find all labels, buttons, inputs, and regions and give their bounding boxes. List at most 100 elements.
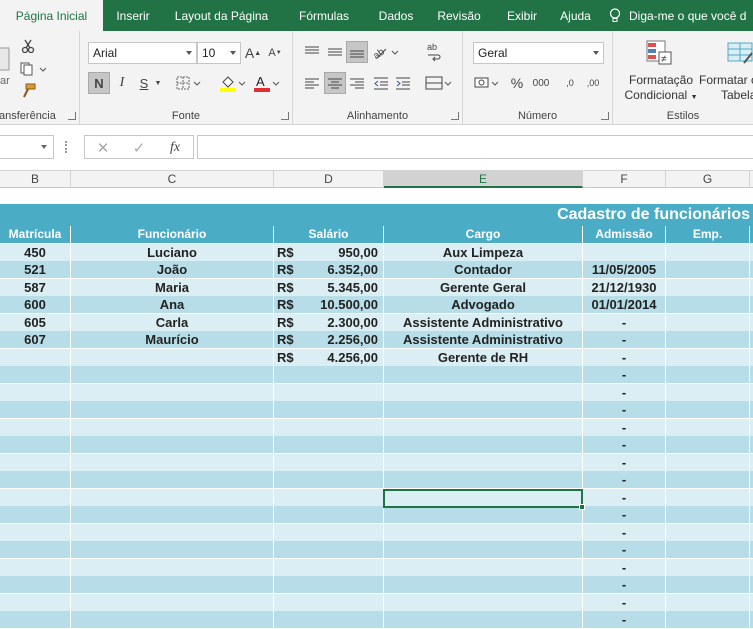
column-header-c[interactable]: C (71, 171, 274, 188)
empty-cell[interactable] (274, 558, 384, 576)
merge-center-button[interactable] (423, 72, 455, 94)
clipboard-launcher-icon[interactable] (68, 112, 76, 120)
number-launcher-icon[interactable] (601, 112, 609, 120)
empty-cell[interactable] (71, 488, 274, 506)
emp-cell[interactable] (666, 331, 750, 348)
admissao-cell[interactable]: - (583, 313, 666, 331)
empty-cell[interactable] (274, 523, 384, 541)
thousands-button[interactable]: 000 (529, 72, 553, 94)
sheet-title-row[interactable]: Cadastro de funcionários (0, 204, 753, 226)
table-header-cell[interactable]: Matrícula (0, 226, 71, 243)
matricula-cell[interactable]: 587 (0, 278, 71, 296)
borders-button[interactable] (174, 72, 204, 94)
empty-cell[interactable] (384, 383, 583, 401)
empty-cell[interactable] (666, 471, 750, 488)
conditional-formatting-label[interactable]: Formatação Condicional ▼ (621, 73, 701, 105)
empty-cell[interactable] (71, 593, 274, 611)
cargo-cell[interactable]: Advogado (384, 296, 583, 313)
empty-cell[interactable] (0, 383, 71, 401)
empty-cell[interactable] (71, 576, 274, 593)
table-header-cell[interactable]: Admissão (583, 226, 666, 243)
tab-ajuda[interactable]: Ajuda (550, 0, 601, 31)
salario-cell[interactable]: R$ 2.300,00 (274, 313, 384, 331)
empty-cell[interactable] (0, 418, 71, 436)
wrap-text-button[interactable]: ab (423, 39, 445, 65)
formula-bar-splitter[interactable] (65, 141, 68, 153)
empty-cell[interactable] (666, 523, 750, 541)
admissao-cell[interactable]: - (583, 576, 666, 593)
empty-cell[interactable] (0, 453, 71, 471)
funcionario-cell[interactable]: João (71, 261, 274, 278)
format-painter-button[interactable] (18, 81, 38, 101)
admissao-cell[interactable]: 11/05/2005 (583, 261, 666, 278)
orientation-button[interactable]: ab (370, 41, 402, 63)
table-header-cell[interactable]: Funcionário (71, 226, 274, 243)
funcionario-cell[interactable]: Maria (71, 278, 274, 296)
empty-cell[interactable] (71, 436, 274, 453)
emp-cell[interactable] (666, 278, 750, 296)
empty-cell[interactable] (384, 523, 583, 541)
empty-cell[interactable] (666, 593, 750, 611)
emp-cell[interactable] (666, 261, 750, 278)
increase-decimal-button[interactable]: ,0 (559, 72, 581, 94)
insert-function-icon[interactable]: fx (163, 139, 187, 157)
font-size-combo[interactable]: 10 (197, 42, 241, 64)
empty-cell[interactable] (0, 558, 71, 576)
fill-color-button[interactable] (218, 72, 248, 94)
cargo-cell[interactable]: Gerente Geral (384, 278, 583, 296)
empty-cell[interactable] (384, 436, 583, 453)
matricula-cell[interactable]: 521 (0, 261, 71, 278)
tab-dados[interactable]: Dados (368, 0, 424, 31)
empty-cell[interactable] (274, 593, 384, 611)
empty-cell[interactable] (384, 418, 583, 436)
column-header-g[interactable]: G (666, 171, 750, 188)
tab-layout-da-página[interactable]: Layout da Página (163, 0, 280, 31)
admissao-cell[interactable]: - (583, 471, 666, 488)
funcionario-cell[interactable]: Carla (71, 313, 274, 331)
bold-button[interactable]: N (88, 72, 110, 94)
worksheet-grid[interactable]: Cadastro de funcionários Matrícula Funcio… (0, 188, 753, 629)
empty-cell[interactable] (0, 471, 71, 488)
empty-cell[interactable] (0, 488, 71, 506)
admissao-cell[interactable]: - (583, 383, 666, 401)
empty-cell[interactable] (71, 366, 274, 383)
empty-cell[interactable] (0, 401, 71, 418)
empty-cell[interactable] (0, 366, 71, 383)
tab-exibir[interactable]: Exibir (494, 0, 550, 31)
empty-cell[interactable] (666, 366, 750, 383)
cargo-cell[interactable]: Gerente de RH (384, 348, 583, 366)
font-name-combo[interactable]: Arial (88, 42, 197, 64)
admissao-cell[interactable]: - (583, 366, 666, 383)
empty-cell[interactable] (274, 576, 384, 593)
format-as-table-label[interactable]: Formatar c Tabela (699, 73, 753, 103)
empty-cell[interactable] (71, 418, 274, 436)
empty-cell[interactable] (71, 611, 274, 628)
empty-cell[interactable] (0, 541, 71, 558)
admissao-cell[interactable]: 21/12/1930 (583, 278, 666, 296)
align-right-button[interactable] (346, 72, 368, 94)
italic-button[interactable]: I (112, 72, 132, 94)
salario-cell[interactable]: R$ 4.256,00 (274, 348, 384, 366)
tab-página-inicial[interactable]: Página Inicial (0, 0, 103, 31)
decrease-decimal-button[interactable]: ,00 (581, 72, 605, 94)
funcionario-cell[interactable]: Luciano (71, 243, 274, 261)
matricula-cell[interactable]: 605 (0, 313, 71, 331)
empty-cell[interactable] (71, 558, 274, 576)
empty-cell[interactable] (384, 453, 583, 471)
emp-cell[interactable] (666, 243, 750, 261)
align-center-button[interactable] (324, 72, 346, 94)
empty-cell[interactable] (274, 436, 384, 453)
empty-cell[interactable] (71, 401, 274, 418)
salario-cell[interactable]: R$ 2.256,00 (274, 331, 384, 348)
empty-cell[interactable] (71, 506, 274, 523)
empty-cell[interactable] (666, 558, 750, 576)
empty-cell[interactable] (666, 488, 750, 506)
align-left-button[interactable] (301, 72, 323, 94)
empty-cell[interactable] (274, 488, 384, 506)
empty-cell[interactable] (384, 401, 583, 418)
accounting-format-button[interactable] (473, 72, 501, 94)
admissao-cell[interactable]: - (583, 401, 666, 418)
admissao-cell[interactable]: - (583, 506, 666, 523)
funcionario-cell[interactable]: Maurício (71, 331, 274, 348)
admissao-cell[interactable] (583, 243, 666, 261)
